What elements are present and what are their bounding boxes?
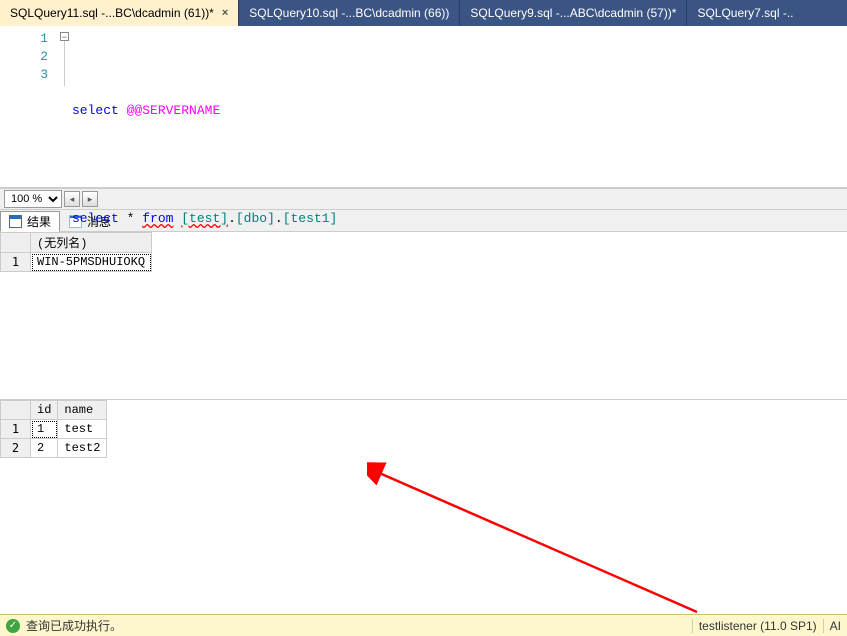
code-content[interactable]: select @@SERVERNAME select * from [test]…: [56, 26, 847, 187]
success-check-icon: ✓: [6, 619, 20, 633]
results-grid-icon: [9, 215, 22, 228]
status-left: ✓ 查询已成功执行。: [6, 617, 122, 634]
tab-label: SQLQuery7.sql -..: [697, 6, 793, 20]
tab-results[interactable]: 结果: [0, 211, 60, 232]
result-grid-2: id name 1 1 test 2 2 test2: [0, 400, 107, 458]
tab-label: SQLQuery9.sql -...ABC\dcadmin (57))*: [470, 6, 676, 20]
tab-label: SQLQuery11.sql -...BC\dcadmin (61))*: [10, 6, 214, 20]
separator: [692, 619, 693, 633]
tab-label: 结果: [27, 213, 51, 230]
server-name: testlistener (11.0 SP1): [699, 619, 817, 633]
row-number: 1: [1, 253, 31, 272]
zoom-select[interactable]: 100 %: [4, 190, 62, 208]
grid-corner: [1, 233, 31, 253]
line-number: 3: [0, 66, 48, 84]
status-right: testlistener (11.0 SP1) AI: [692, 619, 841, 633]
column-header-name[interactable]: name: [58, 401, 107, 420]
line-number: 1: [0, 30, 48, 48]
tab-sqlquery10[interactable]: SQLQuery10.sql -...BC\dcadmin (66)): [239, 0, 460, 26]
tab-sqlquery7[interactable]: SQLQuery7.sql -..: [687, 0, 847, 26]
status-bar: ✓ 查询已成功执行。 testlistener (11.0 SP1) AI: [0, 614, 847, 636]
cell-name[interactable]: test: [58, 420, 107, 439]
line-number-gutter: 1 2 3: [0, 26, 56, 187]
row-number: 1: [1, 420, 31, 439]
table-row[interactable]: 2 2 test2: [1, 439, 107, 458]
code-line-3: select * from [test].[dbo].[test1]: [72, 210, 847, 228]
column-header-id[interactable]: id: [31, 401, 58, 420]
line-number: 2: [0, 48, 48, 66]
cell-id[interactable]: 2: [31, 439, 58, 458]
tab-label: SQLQuery10.sql -...BC\dcadmin (66)): [249, 6, 449, 20]
cell-id[interactable]: 1: [31, 420, 58, 439]
status-tail: AI: [830, 619, 841, 633]
result-grid-2-wrap[interactable]: id name 1 1 test 2 2 test2: [0, 400, 847, 592]
document-tab-bar: SQLQuery11.sql -...BC\dcadmin (61))* × S…: [0, 0, 847, 26]
table-row[interactable]: 1 1 test: [1, 420, 107, 439]
tab-sqlquery9[interactable]: SQLQuery9.sql -...ABC\dcadmin (57))*: [460, 0, 687, 26]
tab-sqlquery11[interactable]: SQLQuery11.sql -...BC\dcadmin (61))* ×: [0, 0, 239, 26]
cell-name[interactable]: test2: [58, 439, 107, 458]
row-number: 2: [1, 439, 31, 458]
separator: [823, 619, 824, 633]
status-message: 查询已成功执行。: [26, 617, 122, 634]
sql-editor[interactable]: 1 2 3 − select @@SERVERNAME select * fro…: [0, 26, 847, 188]
code-line-2: [72, 156, 847, 174]
grid-corner: [1, 401, 31, 420]
code-line-1: select @@SERVERNAME: [72, 102, 847, 120]
close-icon[interactable]: ×: [222, 7, 228, 19]
